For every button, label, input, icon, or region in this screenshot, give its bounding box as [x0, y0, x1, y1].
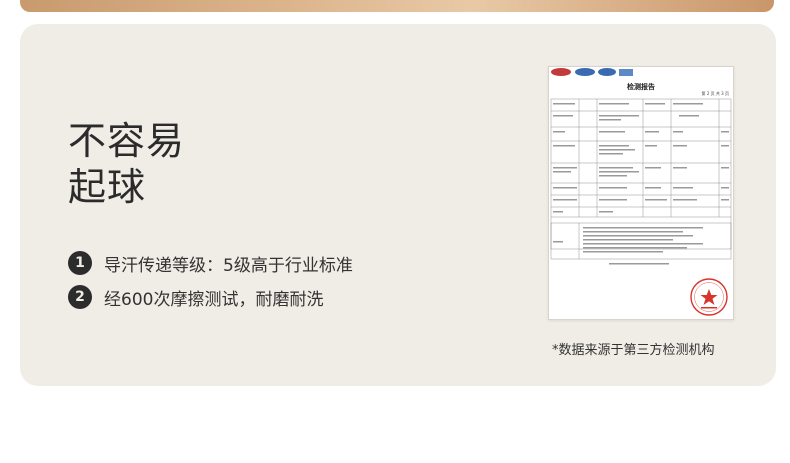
report-title: 检测报告 — [627, 82, 655, 91]
official-stamp — [690, 278, 728, 316]
test-report-scan: 检测报告 第 2 页 共 3 页 — [550, 68, 732, 316]
number-badge-2: 2 — [68, 285, 92, 309]
headline-line-2: 起球 — [68, 165, 147, 209]
report-page-number: 第 2 页 共 3 页 — [702, 90, 729, 96]
certification-logos — [551, 68, 633, 76]
top-image-edge — [20, 0, 774, 12]
test-report-image: 检测报告 第 2 页 共 3 页 — [548, 66, 734, 320]
number-badge-1: 1 — [68, 251, 92, 275]
headline-line-1: 不容易 — [68, 119, 186, 163]
feature-item-1: 1 导汗传递等级：5级高于行业标准 — [68, 250, 353, 276]
feature-item-2: 2 经600次摩擦测试，耐磨耐洗 — [68, 284, 323, 310]
data-source-note: *数据来源于第三方检测机构 — [552, 343, 715, 358]
feature-text-1: 导汗传递等级：5级高于行业标准 — [104, 255, 353, 276]
headline: 不容易 起球 — [68, 118, 185, 210]
feature-text-2: 经600次摩擦测试，耐磨耐洗 — [104, 289, 324, 310]
report-text-lines — [553, 103, 729, 265]
